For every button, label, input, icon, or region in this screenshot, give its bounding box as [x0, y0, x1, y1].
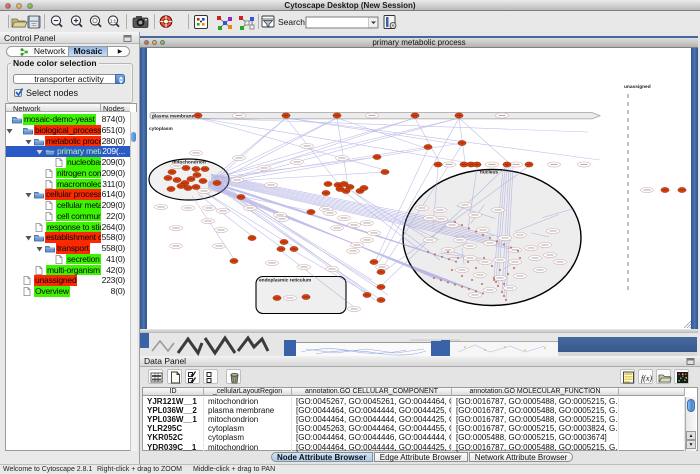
svg-text:1:1: 1:1 — [110, 19, 117, 24]
svg-text:cytoplasm: cytoplasm — [149, 126, 173, 132]
svg-text:unassigned: unassigned — [624, 84, 651, 90]
svg-text:f(x): f(x) — [641, 374, 652, 383]
svg-text:plasma membrane: plasma membrane — [152, 114, 194, 120]
svg-text:endoplasmic reticulum: endoplasmic reticulum — [259, 278, 311, 284]
svg-text:Search:: Search: — [278, 17, 307, 27]
svg-text:nucleus: nucleus — [480, 170, 498, 176]
